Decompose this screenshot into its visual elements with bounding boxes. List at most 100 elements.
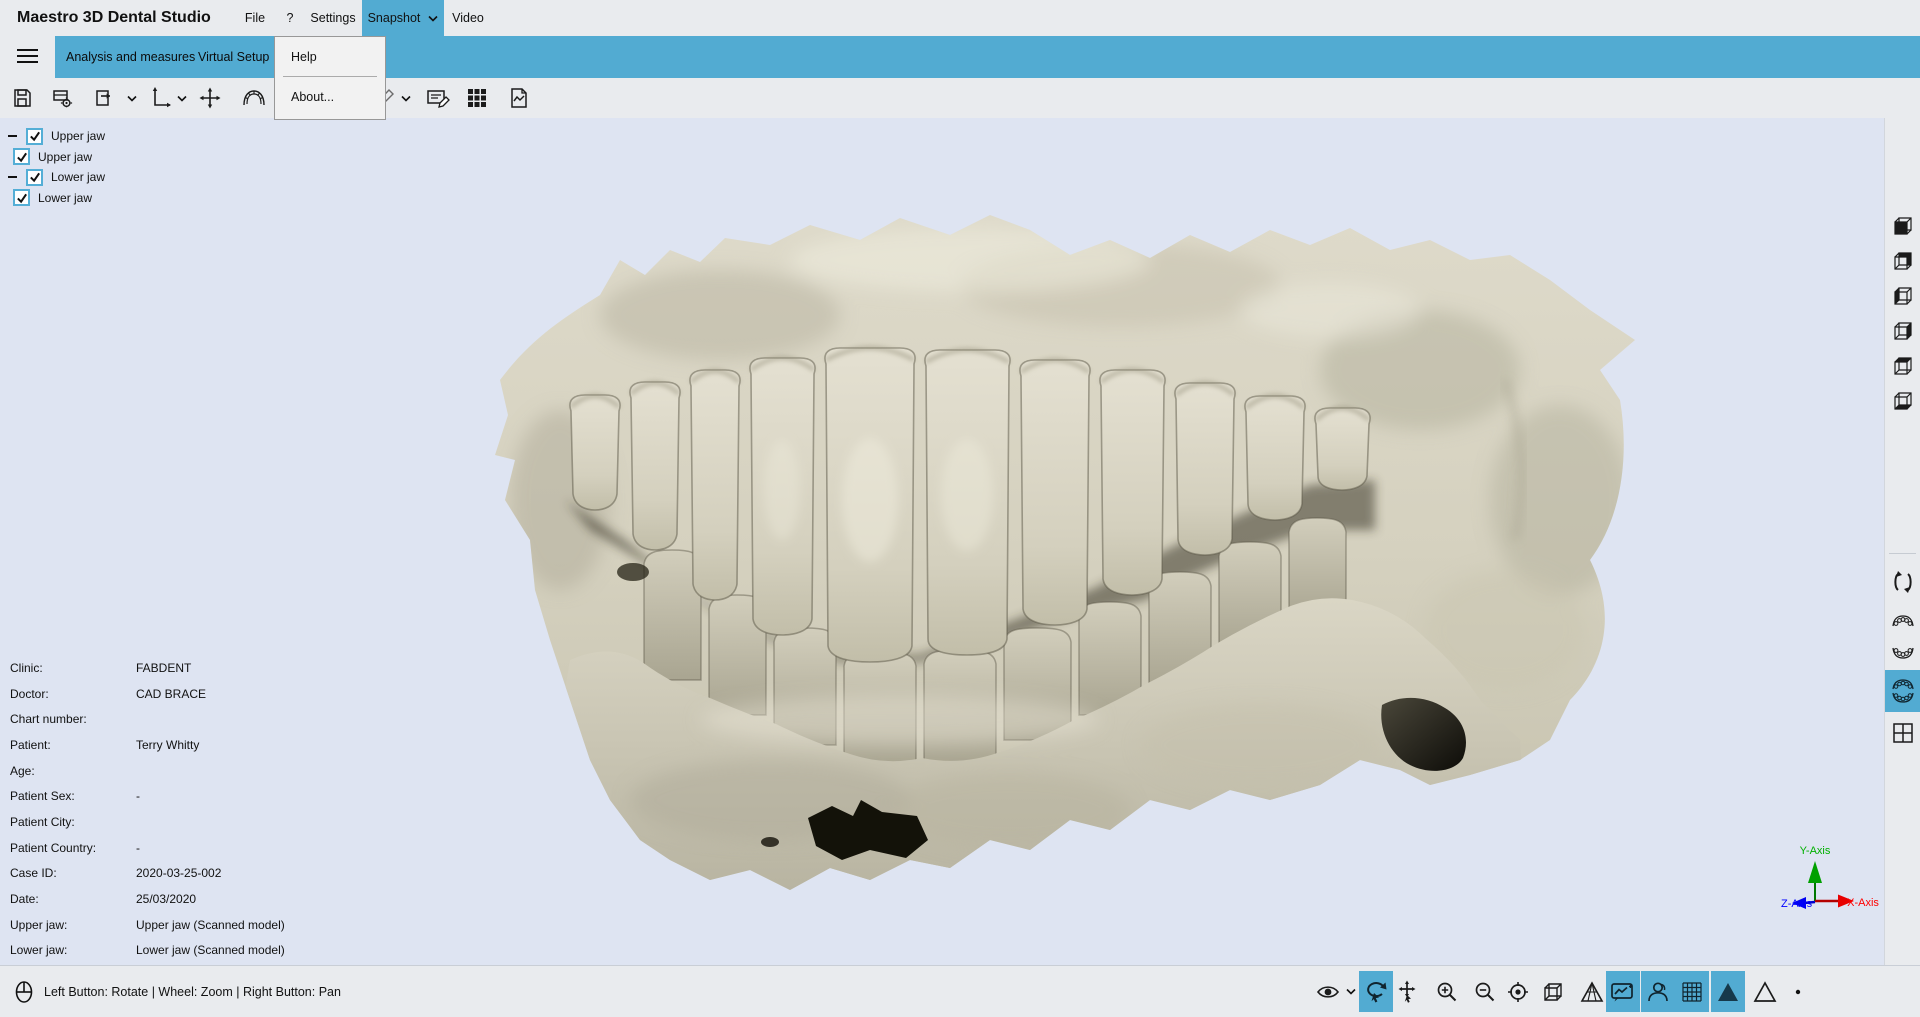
tree-label: Upper jaw — [51, 129, 105, 143]
occlusal-rotate-icon[interactable] — [1885, 564, 1920, 600]
screenshot-panel-icon[interactable] — [1606, 971, 1640, 1012]
z-axis-label: Z-Axis — [1781, 898, 1813, 910]
model-tree: Upper jaw Upper jaw Lower jaw Lower ja — [0, 126, 105, 208]
x-axis-label: X-Axis — [1847, 897, 1879, 909]
chevron-down-icon[interactable] — [398, 84, 414, 112]
info-value: - — [136, 789, 140, 803]
vertex-dot-icon[interactable] — [1786, 971, 1810, 1012]
info-row: Patient Country:- — [10, 835, 285, 861]
pan-tool-icon[interactable] — [1390, 971, 1424, 1012]
info-row: Clinic:FABDENT — [10, 655, 285, 681]
quad-view-icon[interactable] — [1885, 715, 1920, 751]
tab-analysis-measures[interactable]: Analysis and measures — [66, 36, 195, 78]
info-value: Terry Whitty — [136, 738, 199, 752]
tree-label: Lower jaw — [38, 191, 92, 205]
export-button[interactable] — [90, 84, 118, 112]
info-row: Patient City: — [10, 809, 285, 835]
wireframe-view-icon[interactable] — [1748, 971, 1782, 1012]
info-value: Lower jaw (Scanned model) — [136, 943, 285, 957]
move-button[interactable] — [196, 84, 224, 112]
menu-file[interactable]: File — [234, 0, 276, 36]
both-arches-view-icon[interactable] — [1885, 670, 1920, 712]
chevron-down-icon[interactable] — [1343, 971, 1359, 1012]
info-row: Patient Sex:- — [10, 783, 285, 809]
cube-view-icon[interactable] — [1536, 971, 1570, 1012]
menu-bar: Maestro 3D Dental Studio File ? Settings… — [0, 0, 1920, 36]
tree-label: Lower jaw — [51, 170, 105, 184]
info-value: Upper jaw (Scanned model) — [136, 918, 285, 932]
info-row: Doctor:CAD BRACE — [10, 681, 285, 707]
view-sidebar — [1884, 118, 1920, 965]
application-window: Maestro 3D Dental Studio File ? Settings… — [0, 0, 1920, 1017]
info-row: Upper jaw:Upper jaw (Scanned model) — [10, 912, 285, 938]
upper-arch-view-icon[interactable] — [1885, 603, 1920, 639]
center-view-icon[interactable] — [1501, 971, 1535, 1012]
zoom-out-icon[interactable] — [1468, 971, 1502, 1012]
tree-row-lower-jaw: Lower jaw — [0, 188, 105, 209]
eye-icon[interactable] — [1311, 971, 1345, 1012]
model-3d[interactable] — [470, 200, 1660, 900]
info-row: Case ID:2020-03-25-002 — [10, 861, 285, 887]
annotate-button[interactable] — [424, 84, 452, 112]
checkbox-lower-jaw-group[interactable] — [26, 169, 43, 186]
view-cube-back-icon[interactable] — [1885, 243, 1920, 279]
save-settings-button[interactable] — [48, 84, 76, 112]
checkbox-upper-jaw-group[interactable] — [26, 128, 43, 145]
info-row: Lower jaw:Lower jaw (Scanned model) — [10, 938, 285, 964]
info-value: - — [136, 841, 140, 855]
hamburger-menu-icon[interactable] — [17, 49, 38, 64]
tree-row-lower-jaw-group: Lower jaw — [0, 167, 105, 188]
menu-video[interactable]: Video — [446, 0, 490, 36]
mouse-icon — [14, 980, 34, 1004]
collapse-icon[interactable] — [8, 135, 17, 137]
lower-arch-view-icon[interactable] — [1885, 635, 1920, 671]
chevron-down-icon — [428, 15, 438, 22]
save-button[interactable] — [8, 84, 36, 112]
dental-arch-button[interactable] — [240, 84, 268, 112]
info-value: 2020-03-25-002 — [136, 866, 221, 880]
menu-settings[interactable]: Settings — [304, 0, 362, 36]
report-button[interactable] — [505, 84, 533, 112]
status-bar: Left Button: Rotate | Wheel: Zoom | Righ… — [0, 965, 1920, 1017]
rotate-tool-icon[interactable] — [1359, 971, 1393, 1012]
tree-row-upper-jaw-group: Upper jaw — [0, 126, 105, 147]
view-cube-left-icon[interactable] — [1885, 278, 1920, 314]
chevron-down-icon[interactable] — [174, 84, 190, 112]
app-title: Maestro 3D Dental Studio — [17, 0, 211, 36]
info-value: CAD BRACE — [136, 687, 206, 701]
patient-info-panel: Clinic:FABDENT Doctor:CAD BRACE Chart nu… — [10, 655, 285, 963]
menu-snapshot[interactable]: Snapshot — [362, 0, 444, 36]
info-row: Chart number: — [10, 706, 285, 732]
info-value: FABDENT — [136, 661, 191, 675]
checkbox-upper-jaw[interactable] — [13, 148, 30, 165]
solid-view-icon[interactable] — [1711, 971, 1745, 1012]
menu-help[interactable]: ? — [276, 0, 304, 36]
collapse-icon[interactable] — [8, 176, 17, 178]
viewport-3d[interactable]: Upper jaw Upper jaw Lower jaw Lower ja — [0, 118, 1884, 965]
tree-row-upper-jaw: Upper jaw — [0, 147, 105, 168]
info-row: Patient:Terry Whitty — [10, 732, 285, 758]
shaded-wireframe-icon[interactable] — [1575, 971, 1609, 1012]
view-cube-top-icon[interactable] — [1885, 348, 1920, 384]
checkbox-lower-jaw[interactable] — [13, 189, 30, 206]
info-value: 25/03/2020 — [136, 892, 196, 906]
menu-item-about[interactable]: About... — [275, 77, 385, 116]
tree-label: Upper jaw — [38, 150, 92, 164]
view-cube-right-icon[interactable] — [1885, 313, 1920, 349]
y-axis-label: Y-Axis — [1800, 845, 1831, 857]
tab-virtual-setup[interactable]: Virtual Setup — [198, 36, 269, 78]
help-dropdown-menu: Help About... — [274, 36, 386, 120]
mesh-view-icon[interactable] — [1675, 971, 1709, 1012]
patient-panel-icon[interactable] — [1641, 971, 1675, 1012]
sidebar-divider — [1889, 553, 1916, 554]
info-row: Date:25/03/2020 — [10, 886, 285, 912]
menu-item-help[interactable]: Help — [275, 37, 385, 76]
view-cube-front-icon[interactable] — [1885, 208, 1920, 244]
status-hint: Left Button: Rotate | Wheel: Zoom | Righ… — [44, 985, 341, 999]
chevron-down-icon[interactable] — [124, 84, 140, 112]
axes-ruler-button[interactable] — [146, 84, 174, 112]
grid-button[interactable] — [463, 84, 491, 112]
view-cube-bottom-icon[interactable] — [1885, 383, 1920, 419]
axis-orientation-widget: Y-Axis X-Axis Z-Axis — [1780, 843, 1880, 920]
zoom-in-icon[interactable] — [1430, 971, 1464, 1012]
